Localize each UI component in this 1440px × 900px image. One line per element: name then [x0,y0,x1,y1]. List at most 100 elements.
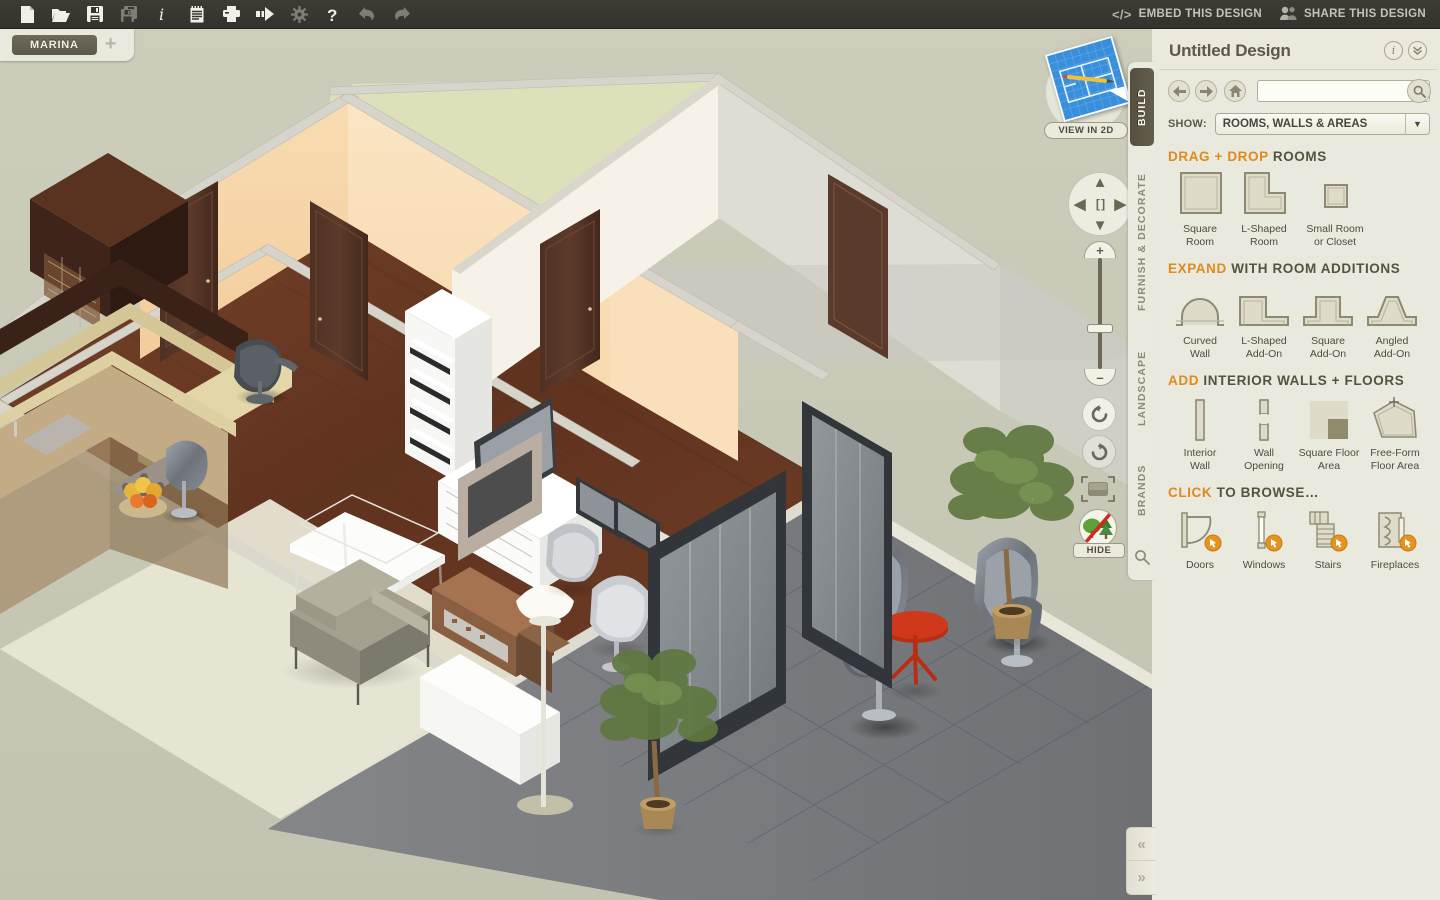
snapshot-camera-button[interactable] [1080,475,1116,503]
item-caption: Square Floor Area [1298,447,1360,472]
item-fireplaces[interactable]: Fireplaces [1360,507,1430,572]
mode-tab-brands[interactable]: BRANDS [1130,448,1154,532]
l-shaped-room-icon [1239,171,1289,219]
rotate-right-button[interactable] [1082,435,1116,469]
section-interior-walls-floors: ADD INTERIOR WALLS + FLOORS Interior Wal… [1156,373,1440,472]
save-as-icon[interactable] [112,1,146,28]
section-heading-accent: CLICK [1168,485,1213,500]
pan-left-icon[interactable]: ◀ [1074,195,1086,213]
help-icon[interactable]: ? [316,1,350,28]
item-caption: Fireplaces [1370,559,1420,571]
panel-search-button[interactable] [1407,79,1431,103]
item-windows[interactable]: Windows [1232,507,1296,572]
item-stairs[interactable]: Stairs [1296,507,1360,572]
item-small-room-closet[interactable]: Small Room or Closet [1296,171,1374,248]
nav-home-button[interactable] [1224,80,1246,102]
section-items: Curved Wall L-Shaped Add-On Square Add-O… [1168,283,1430,360]
export-icon[interactable] [248,1,282,28]
item-square-addon[interactable]: Square Add-On [1296,283,1360,360]
mode-tab-build[interactable]: BUILD [1130,68,1154,146]
panel-search-input[interactable] [1257,80,1430,102]
section-heading-accent: ADD [1168,373,1200,388]
collapse-left-button[interactable]: « [1126,827,1156,861]
zoom-slider[interactable]: + – [1084,241,1116,386]
share-design-button[interactable]: SHARE THIS DESIGN [1279,6,1426,23]
section-drag-drop-rooms: DRAG + DROP ROOMS Square Room L-Shaped R… [1156,149,1440,248]
zoom-handle[interactable] [1087,324,1113,333]
section-room-additions: EXPAND WITH ROOM ADDITIONS Curved Wall L… [1156,261,1440,360]
info-icon[interactable]: i [146,1,180,28]
design-canvas-3d[interactable]: VIEW IN 2D ▲ ▼ ◀ ▶ [ ] + – HIDE [0,29,1152,900]
rail-search-icon[interactable] [1134,549,1150,570]
collapse-right-button[interactable]: » [1126,861,1156,895]
print-icon[interactable] [214,1,248,28]
item-interior-wall[interactable]: Interior Wall [1168,395,1232,472]
pan-down-icon[interactable]: ▼ [1093,217,1108,234]
square-addon-icon [1300,283,1356,331]
item-square-room[interactable]: Square Room [1168,171,1232,248]
floorplan-3d-render [0,29,1152,900]
item-curved-wall[interactable]: Curved Wall [1168,283,1232,360]
save-icon[interactable] [78,1,112,28]
open-folder-icon[interactable] [44,1,78,28]
item-l-shaped-room[interactable]: L-Shaped Room [1232,171,1296,248]
section-click-to-browse: CLICK TO BROWSE… Doors Windows Stairs Fi… [1156,485,1440,572]
project-tab-marina[interactable]: MARINA [12,35,97,55]
item-caption: Curved Wall [1183,335,1217,360]
add-tab-button[interactable]: + [105,34,121,54]
section-heading: EXPAND WITH ROOM ADDITIONS [1168,261,1430,276]
chevron-down-icon[interactable]: ▼ [1405,114,1429,134]
settings-gear-icon[interactable] [282,1,316,28]
mode-tab-furnish-decorate[interactable]: FURNISH & DECORATE [1130,156,1154,328]
pan-dial-control[interactable]: ▲ ▼ ◀ ▶ [ ] [1068,172,1132,236]
item-doors[interactable]: Doors [1168,507,1232,572]
item-caption: Wall Opening [1244,447,1284,472]
item-l-shaped-addon[interactable]: L-Shaped Add-On [1232,283,1296,360]
notes-icon[interactable] [180,1,214,28]
item-caption: L-Shaped Add-On [1241,335,1287,360]
panel-search-wrap [1257,79,1431,103]
top-toolbar: i ? </> EMBED THIS DESIGN SHARE THIS DES… [0,0,1440,29]
right-side-panel: Untitled Design i SHOW: ROOMS, WALLS & A… [1156,29,1440,900]
redo-icon[interactable] [384,1,418,28]
nav-forward-button[interactable] [1195,80,1217,102]
undo-icon[interactable] [350,1,384,28]
angled-addon-icon [1364,283,1420,331]
windows-icon [1240,507,1288,555]
zoom-in-button[interactable]: + [1084,241,1116,258]
item-wall-opening[interactable]: Wall Opening [1232,395,1296,472]
new-file-icon[interactable] [10,1,44,28]
pan-center-reset-icon[interactable]: [ ] [1096,197,1105,211]
view-in-2d-button[interactable]: VIEW IN 2D [1044,122,1128,139]
item-angled-addon[interactable]: Angled Add-On [1360,283,1424,360]
item-caption: Free-Form Floor Area [1370,447,1420,472]
section-heading-accent: EXPAND [1168,261,1227,276]
pan-up-icon[interactable]: ▲ [1093,174,1108,191]
toolbar-icon-group: i ? [0,1,418,28]
project-tab-strip: MARINA + [0,29,1440,62]
item-square-floor-area[interactable]: Square Floor Area [1296,395,1362,472]
embed-design-button[interactable]: </> EMBED THIS DESIGN [1112,7,1262,22]
nav-back-button[interactable] [1168,80,1190,102]
zoom-track[interactable] [1098,258,1102,369]
item-free-form-floor-area[interactable]: Free-Form Floor Area [1362,395,1428,472]
curved-wall-icon [1172,283,1228,331]
hide-trees-label[interactable]: HIDE [1073,543,1125,558]
panel-nav-row [1156,70,1440,103]
item-caption: Stairs [1314,559,1342,571]
mode-tab-landscape[interactable]: LANDSCAPE [1130,334,1154,442]
item-caption: Interior Wall [1183,447,1217,472]
project-tab-group: MARINA + [0,29,135,61]
show-label: SHOW: [1168,118,1207,130]
pan-right-icon[interactable]: ▶ [1114,195,1126,213]
hide-trees-toggle[interactable]: HIDE [1073,509,1125,558]
show-filter-select[interactable]: ROOMS, WALLS & AREAS ▼ [1214,113,1430,135]
section-heading: ADD INTERIOR WALLS + FLOORS [1168,373,1430,388]
rotate-left-button[interactable] [1082,397,1116,431]
doors-icon [1176,507,1224,555]
item-caption: L-Shaped Room [1241,223,1287,248]
section-items: Interior Wall Wall Opening Square Floor … [1168,395,1430,472]
hide-trees-icon[interactable] [1079,509,1117,547]
zoom-out-button[interactable]: – [1084,369,1116,386]
section-items: Square Room L-Shaped Room Small Room or … [1168,171,1430,248]
